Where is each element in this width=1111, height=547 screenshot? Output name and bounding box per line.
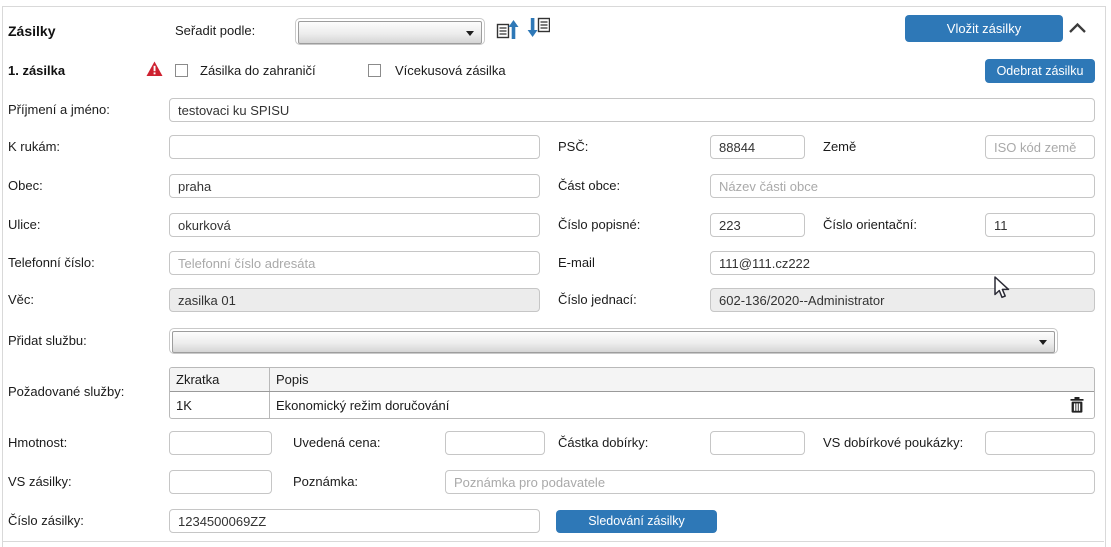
name-input[interactable] — [169, 98, 1095, 122]
cod-amount-label: Částka dobírky: — [558, 431, 648, 455]
email-input[interactable] — [710, 251, 1095, 275]
cod-vs-input[interactable] — [985, 431, 1095, 455]
sort-by-label: Seřadit podle: — [175, 19, 255, 43]
house-number-input[interactable] — [710, 213, 805, 237]
street-input[interactable] — [169, 213, 540, 237]
foreign-shipment-checkbox[interactable] — [175, 64, 188, 77]
street-label: Ulice: — [8, 213, 41, 237]
city-label: Obec: — [8, 174, 43, 198]
declared-price-input[interactable] — [445, 431, 545, 455]
services-table-header: Zkratka Popis — [170, 368, 1094, 392]
city-input[interactable] — [169, 174, 540, 198]
subject-input — [169, 288, 540, 312]
attention-label: K rukám: — [8, 135, 60, 159]
house-number-label: Číslo popisné: — [558, 213, 640, 237]
phone-label: Telefonní číslo: — [8, 251, 95, 275]
cell-service-description: Ekonomický režim doručování — [270, 392, 1094, 418]
panel-border — [2, 6, 1106, 547]
note-label: Poznámka: — [293, 470, 358, 494]
country-input[interactable] — [985, 135, 1095, 159]
declared-price-label: Uvedená cena: — [293, 431, 380, 455]
zip-input[interactable] — [710, 135, 805, 159]
tracking-button[interactable]: Sledování zásilky — [556, 510, 717, 533]
add-service-select[interactable] — [169, 328, 1058, 354]
collapse-chevron-up-icon[interactable] — [1068, 22, 1087, 35]
shipment-title: 1. zásilka — [8, 59, 65, 83]
email-label: E-mail — [558, 251, 595, 275]
shipments-panel: Zásilky Seřadit podle: Vložit zásilky 1.… — [0, 0, 1111, 547]
multipiece-shipment-label: Vícekusová zásilka — [395, 59, 506, 83]
sort-select-face — [298, 21, 482, 44]
shipment-number-input[interactable] — [169, 509, 540, 533]
name-label: Příjmení a jméno: — [8, 98, 110, 122]
add-service-label: Přidat službu: — [8, 329, 87, 353]
city-part-input[interactable] — [710, 174, 1095, 198]
phone-input[interactable] — [169, 251, 540, 275]
required-services-label: Požadované služby: — [8, 380, 124, 404]
orientation-number-label: Číslo orientační: — [823, 213, 917, 237]
sort-ascending-icon[interactable] — [496, 18, 519, 43]
orientation-number-input[interactable] — [985, 213, 1095, 237]
warning-icon — [146, 61, 163, 77]
insert-shipments-button[interactable]: Vložit zásilky — [905, 15, 1063, 42]
panel-bottom-divider — [3, 541, 1104, 542]
weight-input[interactable] — [169, 431, 272, 455]
attention-input[interactable] — [169, 135, 540, 159]
shipment-vs-label: VS zásilky: — [8, 470, 72, 494]
foreign-shipment-label: Zásilka do zahraničí — [200, 59, 316, 83]
cod-vs-label: VS dobírkové poukázky: — [823, 431, 963, 455]
note-input[interactable] — [445, 470, 1095, 494]
header-cell-description: Popis — [270, 368, 1094, 391]
remove-shipment-button[interactable]: Odebrat zásilku — [985, 59, 1095, 83]
panel-title: Zásilky — [8, 19, 55, 43]
trash-icon[interactable] — [1070, 397, 1084, 413]
subject-label: Věc: — [8, 288, 34, 312]
sort-descending-icon[interactable] — [527, 16, 550, 41]
sort-select[interactable] — [295, 18, 485, 45]
shipment-number-label: Číslo zásilky: — [8, 509, 84, 533]
ref-number-input — [710, 288, 1095, 312]
add-service-select-face — [172, 331, 1055, 353]
chevron-down-icon — [1039, 340, 1047, 345]
cod-amount-input[interactable] — [710, 431, 805, 455]
cell-service-code: 1K — [170, 392, 270, 418]
header-cell-code: Zkratka — [170, 368, 270, 391]
shipment-vs-input[interactable] — [169, 470, 272, 494]
services-table: Zkratka Popis 1K Ekonomický režim doručo… — [169, 367, 1095, 419]
zip-label: PSČ: — [558, 135, 588, 159]
weight-label: Hmotnost: — [8, 431, 67, 455]
table-row: 1K Ekonomický režim doručování — [170, 392, 1094, 418]
multipiece-shipment-checkbox[interactable] — [368, 64, 381, 77]
ref-number-label: Číslo jednací: — [558, 288, 637, 312]
chevron-down-icon — [466, 31, 474, 36]
country-label: Země — [823, 135, 856, 159]
city-part-label: Část obce: — [558, 174, 620, 198]
